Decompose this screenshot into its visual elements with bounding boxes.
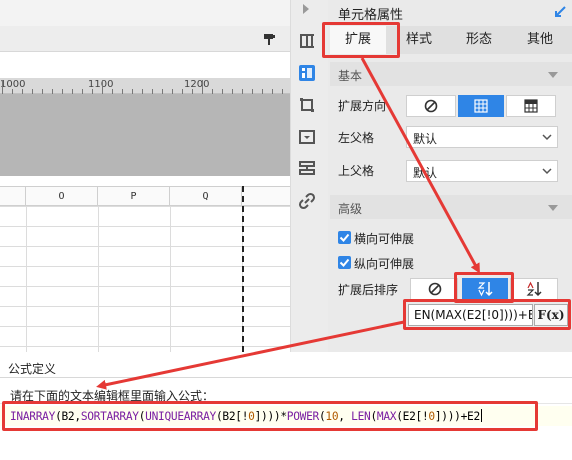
horizontal-ruler: 1000 1100 1200 [0,78,290,94]
grid-row-line [0,246,290,247]
no-expand-icon [424,99,438,113]
panel-title: 单元格属性 [338,8,404,23]
grid-row-line [0,226,290,227]
frame-icon[interactable] [298,96,316,114]
sort-descending-icon [526,281,542,297]
callout-box-formula-input [403,299,571,330]
left-parent-label: 左父格 [338,131,375,145]
basic-section-header[interactable] [330,62,572,86]
vertical-expand-checkbox[interactable] [338,256,351,269]
grid-row-line [0,326,290,327]
tab-style[interactable]: 样式 [392,26,446,54]
column-header-o[interactable]: O [26,187,98,206]
chevron-down-icon[interactable] [548,72,558,78]
report-designer-area: 1000 1100 1200 O P Q [0,0,290,352]
grid-column-line [170,206,171,352]
basic-section-label: 基本 [338,69,363,83]
expand-horizontal-button[interactable] [506,95,556,117]
cell-grid[interactable] [0,206,290,352]
chevron-down-icon [542,168,552,175]
advanced-section-header[interactable] [330,195,572,219]
column-header-row: O P Q [0,186,290,206]
column-header-q[interactable]: Q [170,187,242,206]
expand-direction-label: 扩展方向 [338,99,387,113]
advanced-section-label: 高级 [338,202,363,216]
designer-toolbar [0,26,290,52]
column-header[interactable] [0,187,26,206]
cell-attribute-icon[interactable] [298,64,316,82]
left-parent-value: 默认 [413,132,438,146]
sort-after-expand-label: 扩展后排序 [338,283,399,297]
grid-row-line [0,286,290,287]
expand-none-button[interactable] [406,95,456,117]
ruler-tick [102,80,103,94]
check-icon [339,233,350,242]
grid-vertical-icon [474,99,488,113]
check-icon [339,258,350,267]
chevron-down-icon[interactable] [548,205,558,211]
grid-row-line [0,266,290,267]
sort-none-button[interactable] [410,278,458,300]
no-sort-icon [428,282,442,296]
dialog-title-bar [0,352,572,378]
horizontal-expand-checkbox[interactable] [338,231,351,244]
widget-icon[interactable] [298,128,316,146]
top-parent-label: 上父格 [338,164,375,178]
grid-column-line [98,206,99,352]
hyperlink-icon[interactable] [298,192,316,210]
grid-column-line [26,206,27,352]
design-canvas-band [0,94,290,176]
collapse-panel-arrow-icon[interactable] [303,4,309,14]
expand-vertical-button[interactable] [458,95,504,117]
callout-box-formula-editor [2,401,538,431]
grid-row-line [0,206,290,207]
ruler-label: 1200 [184,79,210,90]
grid-row-line [0,346,290,347]
vertical-expand-label: 纵向可伸展 [354,257,415,271]
column-header-p[interactable]: P [98,187,170,206]
format-painter-icon[interactable] [262,31,278,47]
condition-attribute-icon[interactable] [298,160,316,178]
dialog-title: 公式定义 [8,362,57,376]
tab-form[interactable]: 形态 [452,26,506,54]
left-parent-select[interactable]: 默认 [406,126,558,148]
grid-horizontal-icon [524,99,538,113]
horizontal-expand-label: 横向可伸展 [354,232,415,246]
sort-descending-button[interactable] [510,278,558,300]
cell-element-icon[interactable] [298,32,316,50]
chevron-down-icon [542,134,552,141]
grid-row-line [0,306,290,307]
top-parent-value: 默认 [413,166,438,180]
top-strip [0,0,290,26]
callout-box-expand-tab [322,22,400,58]
tab-other[interactable]: 其他 [512,26,568,54]
top-parent-select[interactable]: 默认 [406,160,558,182]
dock-arrow-icon[interactable] [554,6,566,18]
blank-band [0,52,290,78]
ruler-tick [202,80,203,94]
ruler-tick [2,80,3,94]
page-break-line [242,186,244,352]
